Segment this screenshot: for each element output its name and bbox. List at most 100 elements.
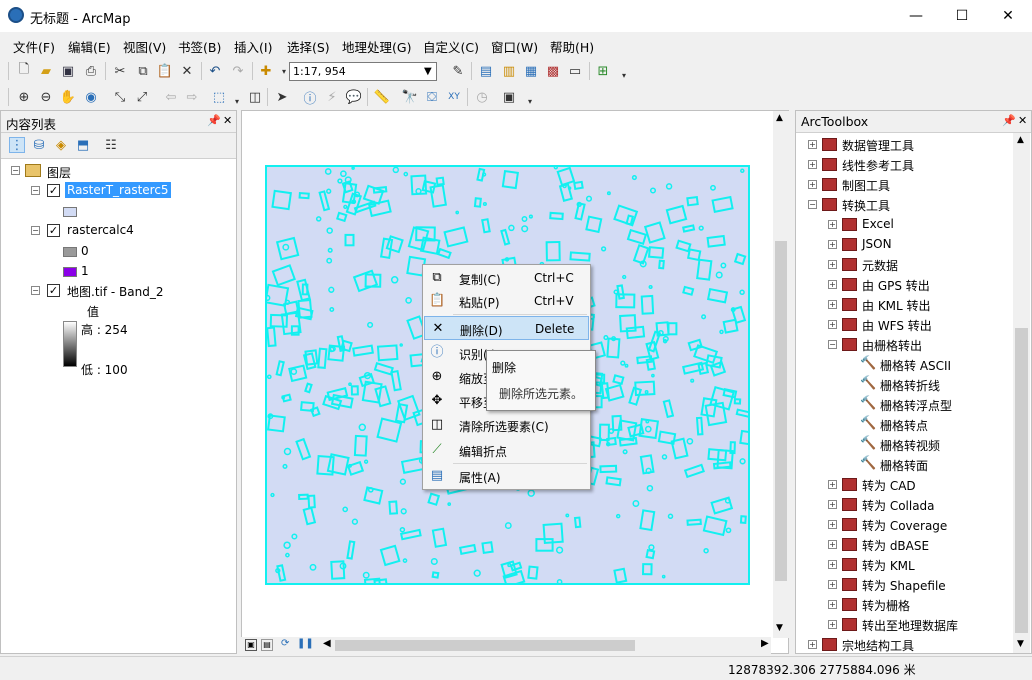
expand-icon[interactable]: + xyxy=(828,540,837,549)
map-scale-input[interactable]: 1:17, 954 xyxy=(289,62,437,81)
toolbox-item[interactable]: + 由 GPS 转出 xyxy=(796,275,1011,295)
collapse-icon[interactable]: − xyxy=(808,200,817,209)
toolbox-item[interactable]: + 由 KML 转出 xyxy=(796,295,1011,315)
menu-customize[interactable]: 自定义(C) xyxy=(423,37,479,56)
toolbox-item[interactable]: + 转为栅格 xyxy=(796,595,1011,615)
expand-icon[interactable]: + xyxy=(828,300,837,309)
toolbox-item[interactable]: + 数据管理工具 xyxy=(796,135,1011,155)
scale-dropdown-icon[interactable]: ▼ xyxy=(424,66,432,77)
layers-collapse-icon[interactable]: − xyxy=(11,166,20,175)
toolbox-item[interactable]: + 制图工具 xyxy=(796,175,1011,195)
add-data-icon[interactable]: ✚ xyxy=(258,63,274,79)
forward-extent-icon[interactable]: ⇨ xyxy=(184,89,200,105)
menu-item-properties[interactable]: ▤ 属性(A) xyxy=(424,464,589,488)
toolbox-item[interactable]: − 由栅格转出 xyxy=(796,335,1011,355)
menu-bookmarks[interactable]: 书签(B) xyxy=(178,37,221,56)
identify-icon[interactable]: ⓘ xyxy=(302,89,318,107)
expand-icon[interactable]: + xyxy=(828,260,837,269)
layer-collapse-icon[interactable]: − xyxy=(31,286,40,295)
toolbox-item[interactable]: + 线性参考工具 xyxy=(796,155,1011,175)
expand-icon[interactable]: + xyxy=(828,600,837,609)
toolbox-item[interactable]: + 转为 Coverage xyxy=(796,515,1011,535)
layer-collapse-icon[interactable]: − xyxy=(31,186,40,195)
tools-toolbar-options-icon[interactable]: ▾ xyxy=(522,93,538,109)
toolbox-item[interactable]: − 转换工具 xyxy=(796,195,1011,215)
zoom-in-icon[interactable]: ⊕ xyxy=(16,89,32,105)
redo-icon[interactable]: ↷ xyxy=(230,63,246,79)
toolbox-item[interactable]: + 转为 Shapefile xyxy=(796,575,1011,595)
table-of-contents-icon[interactable]: ▤ xyxy=(478,63,494,79)
find-icon[interactable]: 🔭 xyxy=(402,89,418,105)
scroll-thumb[interactable] xyxy=(775,241,787,581)
expand-icon[interactable]: + xyxy=(808,140,817,149)
close-button[interactable]: ✕ xyxy=(985,0,1031,32)
layer-name-rastert-rasterc5[interactable]: RasterT_rasterc5 xyxy=(65,182,171,198)
toolbox-item[interactable]: + 元数据 xyxy=(796,255,1011,275)
list-by-source-icon[interactable]: ⛁ xyxy=(31,137,47,153)
expand-icon[interactable]: + xyxy=(828,560,837,569)
menu-item-copy[interactable]: ⧉ 复制(C) Ctrl+C xyxy=(424,266,589,290)
minimize-button[interactable]: — xyxy=(893,0,939,32)
expand-icon[interactable]: + xyxy=(828,620,837,629)
toolbox-item[interactable]: + Excel xyxy=(796,215,1011,235)
fixed-zoom-out-icon[interactable]: ⤢ xyxy=(134,89,150,105)
scroll-up-icon[interactable]: ▲ xyxy=(1017,135,1024,145)
toolbox-item[interactable]: + 转出至地理数据库 xyxy=(796,615,1011,635)
zoom-out-icon[interactable]: ⊖ xyxy=(38,89,54,105)
collapse-icon[interactable]: − xyxy=(828,340,837,349)
cut-icon[interactable]: ✂ xyxy=(112,63,128,79)
scroll-down-icon[interactable]: ▼ xyxy=(776,623,783,633)
layer-name-rastercalc4[interactable]: rastercalc4 xyxy=(67,223,134,237)
expand-icon[interactable]: + xyxy=(828,580,837,589)
copy-icon[interactable]: ⧉ xyxy=(135,63,151,79)
menu-item-paste[interactable]: 📋 粘贴(P) Ctrl+V xyxy=(424,289,589,313)
fixed-zoom-in-icon[interactable]: ⤡ xyxy=(112,89,128,105)
select-dropdown-icon[interactable]: ▾ xyxy=(229,93,245,109)
print-icon[interactable]: ⎙ xyxy=(83,63,99,79)
toolbox-item[interactable]: + 转为 CAD xyxy=(796,475,1011,495)
layers-root-label[interactable]: 图层 xyxy=(47,164,71,181)
menu-geoprocessing[interactable]: 地理处理(G) xyxy=(342,37,411,56)
hyperlink-icon[interactable]: ⚡ xyxy=(324,89,340,105)
layer-visibility-checkbox[interactable]: ✓ xyxy=(47,184,60,197)
expand-icon[interactable]: + xyxy=(808,640,817,649)
toolbox-item[interactable]: 🔨 栅格转 ASCII xyxy=(796,355,1011,375)
toolbox-item[interactable]: 🔨 栅格转视频 xyxy=(796,435,1011,455)
pause-drawing-icon[interactable]: ❚❚ xyxy=(297,638,314,649)
open-icon[interactable]: ▰ xyxy=(38,63,54,79)
back-extent-icon[interactable]: ⇦ xyxy=(163,89,179,105)
scroll-down-icon[interactable]: ▼ xyxy=(1017,639,1024,649)
layer-name-band2[interactable]: 地图.tif - Band_2 xyxy=(67,283,163,300)
find-route-icon[interactable]: ⛋ xyxy=(424,89,440,105)
close-icon[interactable]: ✕ xyxy=(1018,114,1027,127)
select-features-icon[interactable]: ⬚ xyxy=(211,89,227,105)
toolbox-item[interactable]: + JSON xyxy=(796,235,1011,255)
arctoolbox-icon[interactable]: ▩ xyxy=(545,63,561,79)
expand-icon[interactable]: + xyxy=(828,240,837,249)
menu-window[interactable]: 窗口(W) xyxy=(491,37,538,56)
editor-toolbar-icon[interactable]: ✎ xyxy=(450,63,466,79)
go-to-xy-icon[interactable]: XY xyxy=(446,89,462,105)
pan-icon[interactable]: ✋ xyxy=(60,89,76,105)
maximize-button[interactable]: ☐ xyxy=(939,0,985,32)
python-window-icon[interactable]: ▭ xyxy=(567,63,583,79)
list-by-visibility-icon[interactable]: ◈ xyxy=(53,137,69,153)
delete-icon[interactable]: ✕ xyxy=(179,63,195,79)
time-slider-icon[interactable]: ◷ xyxy=(474,89,490,105)
select-elements-icon[interactable]: ➤ xyxy=(274,89,290,105)
toolbox-item[interactable]: 🔨 栅格转折线 xyxy=(796,375,1011,395)
toolbox-vertical-scrollbar[interactable]: ▲ ▼ xyxy=(1013,133,1030,653)
toolbar-options-icon[interactable]: ▾ xyxy=(616,67,632,83)
scroll-left-icon[interactable]: ◀ xyxy=(323,638,331,649)
full-extent-icon[interactable]: ◉ xyxy=(83,89,99,105)
toolbox-item[interactable]: + 宗地结构工具 xyxy=(796,635,1011,655)
layer-visibility-checkbox[interactable]: ✓ xyxy=(47,224,60,237)
menu-help[interactable]: 帮助(H) xyxy=(550,37,594,56)
toolbox-item[interactable]: + 由 WFS 转出 xyxy=(796,315,1011,335)
expand-icon[interactable]: + xyxy=(828,480,837,489)
toc-options-icon[interactable]: ☷ xyxy=(103,137,119,153)
catalog-icon[interactable]: ▥ xyxy=(501,63,517,79)
expand-icon[interactable]: + xyxy=(828,500,837,509)
menu-view[interactable]: 视图(V) xyxy=(123,37,166,56)
menu-item-delete[interactable]: ✕ 删除(D) Delete xyxy=(424,316,589,340)
